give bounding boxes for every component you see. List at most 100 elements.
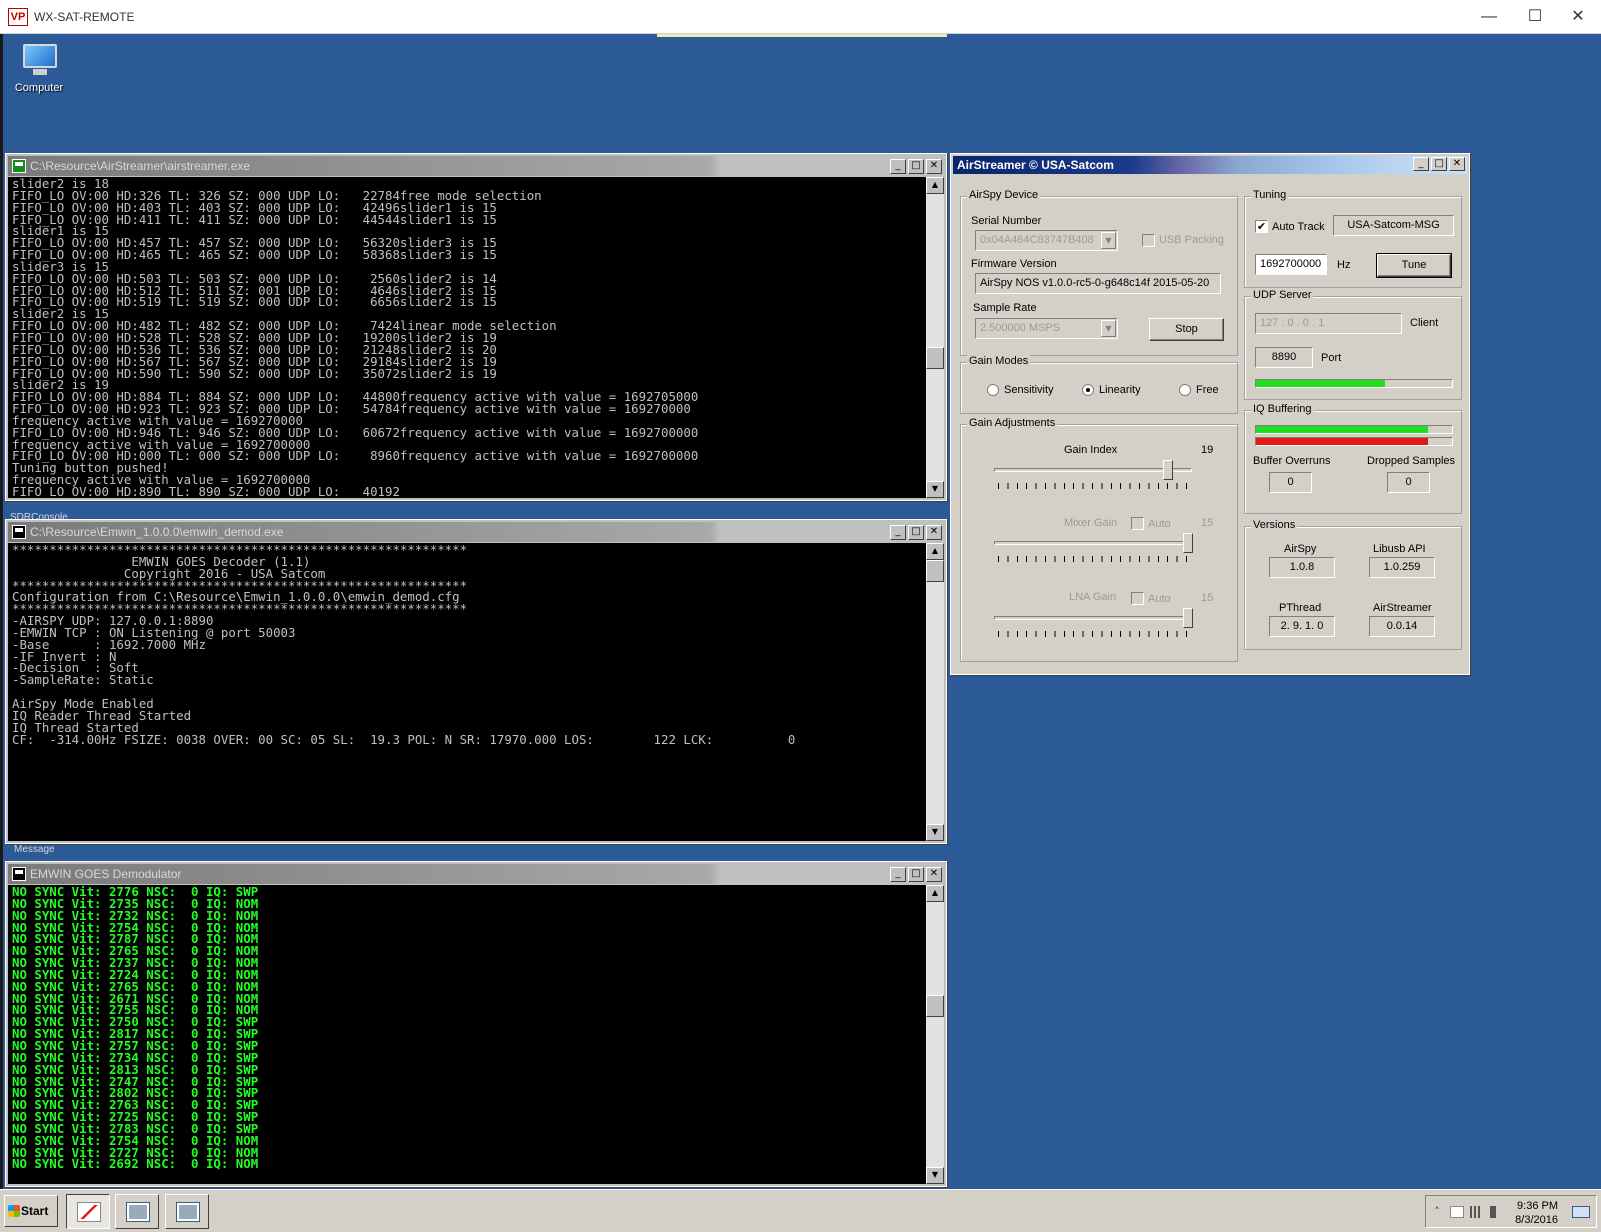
gain-modes-group: Gain Modes Sensitivity Linearity Free xyxy=(960,355,1238,414)
notifications-icon[interactable] xyxy=(1572,1206,1590,1218)
airstreamer-titlebar[interactable]: AirStreamer © USA-Satcom _ □ ✕ xyxy=(953,156,1467,174)
udp-ip-field[interactable]: 127 . 0 . 0 . 1 xyxy=(1255,313,1402,334)
notification-strip xyxy=(657,34,947,37)
scroll-up-icon[interactable]: ▲ xyxy=(926,885,944,902)
taskbar-item-console-2[interactable] xyxy=(165,1194,209,1229)
console-maximize-button[interactable]: □ xyxy=(908,525,924,540)
lna-auto-checkbox[interactable] xyxy=(1131,592,1144,605)
udp-level-bar xyxy=(1255,379,1453,388)
airstreamer-close-button[interactable]: ✕ xyxy=(1449,157,1465,171)
remote-window-titlebar: VP WX-SAT-REMOTE — ☐ ✕ xyxy=(0,0,1601,34)
console-output[interactable]: ****************************************… xyxy=(8,543,926,841)
emwin-console-window[interactable]: C:\Resource\Emwin_1.0.0.0\emwin_demod.ex… xyxy=(5,519,947,844)
network-signal-icon[interactable] xyxy=(1470,1206,1484,1218)
scroll-down-icon[interactable]: ▼ xyxy=(926,1167,944,1184)
console-output[interactable]: slider2 is 18 FIFO_LO OV:00 HD:326 TL: 32… xyxy=(8,177,926,498)
iq-red-fill xyxy=(1256,438,1429,445)
minimize-button[interactable]: — xyxy=(1466,4,1512,30)
maximize-button[interactable]: ☐ xyxy=(1512,4,1558,30)
frequency-input[interactable]: 1692700000 xyxy=(1255,254,1327,275)
computer-icon xyxy=(19,42,59,76)
airstreamer-version-value: 0.0.14 xyxy=(1369,616,1435,637)
group-legend: Gain Modes xyxy=(967,355,1031,367)
console-close-button[interactable]: ✕ xyxy=(926,159,942,174)
console-line: NO SYNC Vit: 2692 NSC: 0 IQ: NOM xyxy=(12,1156,259,1172)
serial-number-select[interactable]: 0x04A464C83747B408 ▼ xyxy=(975,230,1118,251)
airstreamer-maximize-button[interactable]: □ xyxy=(1431,157,1447,171)
versions-group: Versions AirSpy 1.0.8 Libusb API 1.0.259… xyxy=(1244,519,1462,650)
dropdown-arrow-icon[interactable]: ▼ xyxy=(1101,320,1116,337)
scroll-down-icon[interactable]: ▼ xyxy=(926,481,944,498)
console-app-icon xyxy=(12,525,26,539)
sample-rate-select[interactable]: 2.500000 MSPS ▼ xyxy=(975,318,1118,339)
console-minimize-button[interactable]: _ xyxy=(890,867,906,882)
usb-packing-label: USB Packing xyxy=(1159,234,1224,246)
console-minimize-button[interactable]: _ xyxy=(890,159,906,174)
console-scrollbar[interactable]: ▲ ▼ xyxy=(926,885,944,1184)
console-app-icon xyxy=(12,867,26,881)
console-line: FIFO_LO OV:00 HD:411 TL: 411 SZ: 000 UDP… xyxy=(12,211,497,227)
group-legend: Gain Adjustments xyxy=(967,417,1058,429)
group-legend: IQ Buffering xyxy=(1251,403,1314,415)
tune-button[interactable]: Tune xyxy=(1376,253,1452,278)
libusb-version-label: Libusb API xyxy=(1373,543,1426,555)
free-label: Free xyxy=(1196,384,1219,396)
sensitivity-radio[interactable] xyxy=(987,384,999,396)
clock[interactable]: 9:36 PM 8/3/2016 xyxy=(1515,1199,1558,1227)
stop-button[interactable]: Stop xyxy=(1149,318,1224,341)
lna-gain-slider[interactable] xyxy=(1183,608,1194,628)
taskbar-item-console-1[interactable] xyxy=(115,1194,159,1229)
console-line: -SampleRate: Static xyxy=(12,672,154,688)
airstreamer-console-window[interactable]: C:\Resource\AirStreamer\airstreamer.exe … xyxy=(5,153,947,501)
iq-buffering-group: IQ Buffering Buffer Overruns 0 Dropped S… xyxy=(1244,403,1462,514)
scroll-thumb[interactable] xyxy=(926,995,944,1017)
mixer-gain-track[interactable] xyxy=(994,541,1192,545)
console-line: FIFO_LO OV:00 HD:465 TL: 465 SZ: 000 UDP… xyxy=(12,247,497,263)
mixer-auto-checkbox[interactable] xyxy=(1131,517,1144,530)
action-center-flag-icon[interactable] xyxy=(1450,1206,1464,1218)
taskbar-item-sdr[interactable] xyxy=(66,1194,110,1229)
hz-label: Hz xyxy=(1337,259,1351,271)
iq-red-bar xyxy=(1255,437,1453,446)
console-minimize-button[interactable]: _ xyxy=(890,525,906,540)
lna-gain-track[interactable] xyxy=(994,616,1192,620)
computer-desktop-icon[interactable]: Computer xyxy=(10,42,68,94)
scroll-down-icon[interactable]: ▼ xyxy=(926,824,944,841)
console-titlebar[interactable]: C:\Resource\AirStreamer\airstreamer.exe … xyxy=(8,156,944,176)
airstreamer-window[interactable]: AirStreamer © USA-Satcom _ □ ✕ AirSpy De… xyxy=(950,153,1470,675)
group-legend: Versions xyxy=(1251,519,1298,531)
console-titlebar[interactable]: C:\Resource\Emwin_1.0.0.0\emwin_demod.ex… xyxy=(8,522,944,542)
console-line: FIFO_LO OV:00 HD:890 TL: 890 SZ: 000 UDP… xyxy=(12,483,400,498)
console-maximize-button[interactable]: □ xyxy=(908,867,924,882)
console-scrollbar[interactable]: ▲ ▼ xyxy=(926,543,944,841)
demodulator-console-window[interactable]: EMWIN GOES Demodulator _ □ ✕ NO SYNC Vit… xyxy=(5,861,947,1187)
scroll-thumb[interactable] xyxy=(926,560,944,582)
airstreamer-minimize-button[interactable]: _ xyxy=(1413,157,1429,171)
scroll-up-icon[interactable]: ▲ xyxy=(926,543,944,560)
scroll-thumb[interactable] xyxy=(926,347,944,369)
console-title: C:\Resource\Emwin_1.0.0.0\emwin_demod.ex… xyxy=(30,525,284,539)
port-label: Port xyxy=(1321,352,1342,364)
console-scrollbar[interactable]: ▲ ▼ xyxy=(926,177,944,498)
linearity-radio[interactable] xyxy=(1082,384,1094,396)
tray-expand-icon[interactable]: ˄ xyxy=(1430,1206,1444,1218)
free-radio[interactable] xyxy=(1179,384,1191,396)
auto-track-checkbox[interactable]: ✔ xyxy=(1255,220,1268,233)
console-close-button[interactable]: ✕ xyxy=(926,867,942,882)
usb-packing-checkbox[interactable] xyxy=(1142,234,1155,247)
dropdown-arrow-icon[interactable]: ▼ xyxy=(1101,232,1116,249)
console-close-button[interactable]: ✕ xyxy=(926,525,942,540)
mixer-gain-slider[interactable] xyxy=(1183,533,1194,553)
console-titlebar[interactable]: EMWIN GOES Demodulator _ □ ✕ xyxy=(8,864,944,884)
console-maximize-button[interactable]: □ xyxy=(908,159,924,174)
close-button[interactable]: ✕ xyxy=(1555,4,1601,30)
scroll-up-icon[interactable]: ▲ xyxy=(926,177,944,194)
console-output[interactable]: NO SYNC Vit: 2776 NSC: 0 IQ: SWP NO SYNC … xyxy=(8,885,926,1184)
system-tray: ˄ 9:36 PM 8/3/2016 xyxy=(1425,1195,1597,1228)
gain-index-slider[interactable] xyxy=(1163,460,1174,480)
volume-icon[interactable] xyxy=(1490,1206,1500,1218)
buffer-overruns-label: Buffer Overruns xyxy=(1253,455,1331,467)
console-app-icon xyxy=(12,159,26,173)
start-button[interactable]: Start xyxy=(4,1195,58,1227)
console-line: -IF Invert : N xyxy=(12,648,117,664)
